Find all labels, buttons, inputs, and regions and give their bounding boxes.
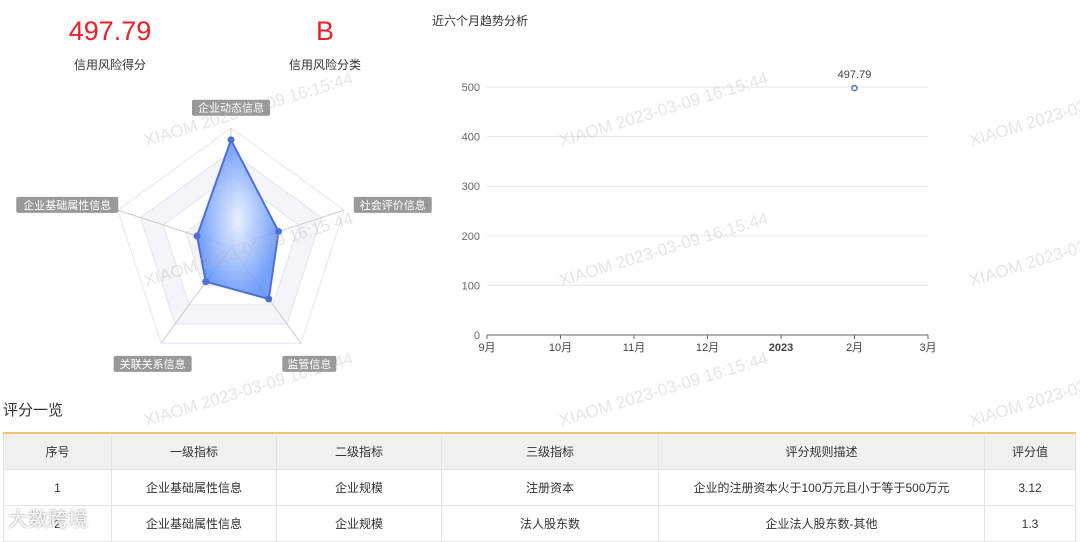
cell: 企业法人股东数-其他	[658, 505, 985, 542]
col-header: 评分值	[984, 432, 1076, 470]
cell: 3.12	[984, 469, 1076, 506]
y-tick-label: 300	[462, 181, 480, 193]
cell: 注册资本	[441, 469, 659, 506]
data-point	[851, 84, 858, 92]
y-tick-label: 100	[462, 280, 480, 292]
x-tick-label: 12月	[696, 342, 719, 354]
cell: 企业基础属性信息	[111, 469, 277, 506]
x-tick-label: 11月	[623, 342, 645, 354]
col-header: 三级指标	[441, 432, 659, 470]
x-tick-label: 2023	[769, 342, 793, 354]
cell: 企业规模	[276, 505, 442, 542]
cell: 企业基础属性信息	[111, 505, 277, 542]
cell: 企业规模	[276, 469, 442, 506]
col-header: 序号	[3, 432, 112, 470]
col-header: 二级指标	[276, 432, 442, 470]
y-tick-label: 200	[462, 231, 480, 243]
x-tick-label: 10月	[549, 342, 572, 354]
col-header: 评分规则描述	[658, 432, 985, 470]
x-tick-label: 9月	[478, 342, 495, 354]
table-header-row: 序号 一级指标 二级指标 三级指标 评分规则描述 评分值	[3, 432, 1076, 470]
cell: 1.3	[984, 505, 1076, 542]
col-header: 一级指标	[111, 432, 277, 470]
cell: 法人股东数	[441, 505, 659, 542]
y-tick-label: 0	[474, 330, 480, 342]
section-title: 评分一览	[3, 402, 64, 419]
score-table: 序号 一级指标 二级指标 三级指标 评分规则描述 评分值 1 企业基础属性信息 企业…	[3, 432, 1076, 542]
y-tick-label: 400	[462, 132, 480, 144]
logo: 大数跨境	[8, 509, 88, 531]
data-label: 497.79	[838, 69, 872, 81]
trend-line-chart: 0 100 200 300 400 500 9月 10月 11月 12月 2023 2月 3月 497.7…	[462, 69, 937, 354]
cell: 企业的注册资本火于100万元且小于等于500万元	[658, 469, 985, 506]
cell: 1	[3, 469, 112, 506]
table-row: 2 企业基础属性信息 企业规模 法人股东数 企业法人股东数-其他 1.3	[3, 505, 1076, 542]
x-tick-label: 2月	[846, 342, 863, 354]
table-row: 1 企业基础属性信息 企业规模 注册资本 企业的注册资本火于100万元且小于等于500万…	[3, 469, 1076, 506]
y-tick-label: 500	[462, 82, 480, 94]
x-tick-label: 3月	[919, 342, 936, 354]
